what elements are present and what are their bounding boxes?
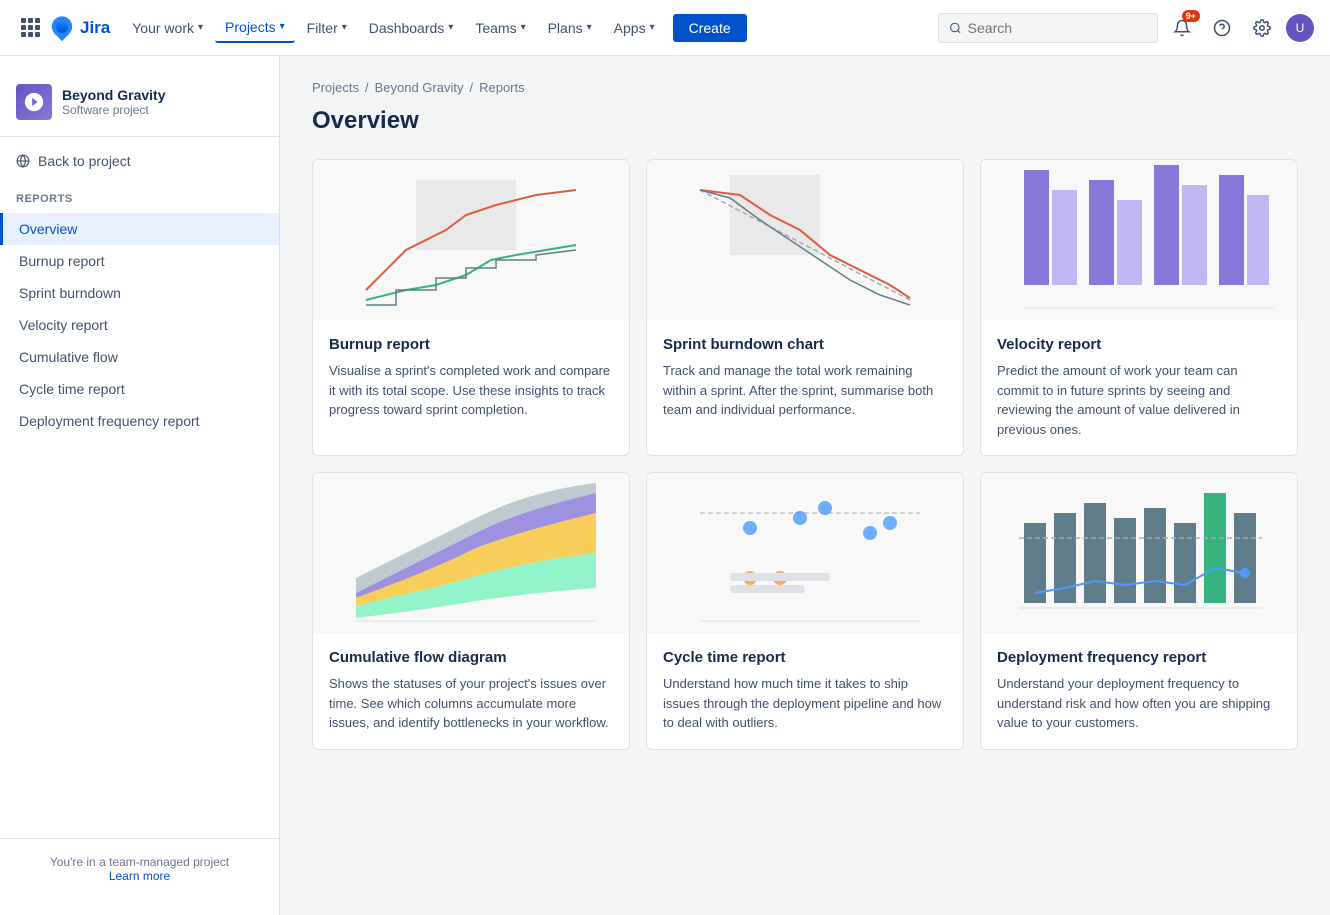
breadcrumb: Projects / Beyond Gravity / Reports [312, 80, 1298, 95]
sidebar-section-reports: Reports [0, 185, 279, 213]
sidebar-item-cumulative[interactable]: Cumulative flow [0, 341, 279, 373]
breadcrumb-projects[interactable]: Projects [312, 80, 359, 95]
cumulative-card-desc: Shows the statuses of your project's iss… [329, 674, 613, 733]
cycle-time-card[interactable]: Cycle time report Understand how much ti… [646, 472, 964, 750]
cumulative-chart [313, 473, 629, 633]
globe-icon [16, 154, 30, 168]
help-button[interactable] [1206, 12, 1238, 44]
breadcrumb-reports: Reports [479, 80, 525, 95]
cycletime-card-body: Cycle time report Understand how much ti… [647, 633, 963, 749]
burnup-report-card[interactable]: Burnup report Visualise a sprint's compl… [312, 159, 630, 456]
chevron-down-icon: ▾ [521, 22, 526, 33]
search-icon [949, 21, 962, 35]
cumulative-flow-card[interactable]: Cumulative flow diagram Shows the status… [312, 472, 630, 750]
back-to-project[interactable]: Back to project [0, 145, 279, 177]
cumulative-card-title: Cumulative flow diagram [329, 649, 613, 666]
main-layout: Beyond Gravity Software project Back to … [0, 56, 1330, 915]
nav-your-work[interactable]: Your work ▾ [122, 14, 213, 42]
sidebar-footer: You're in a team-managed project Learn m… [0, 838, 279, 899]
project-name: Beyond Gravity [62, 87, 165, 103]
project-info: Beyond Gravity Software project [62, 87, 165, 117]
sidebar: Beyond Gravity Software project Back to … [0, 56, 280, 915]
nav-plans[interactable]: Plans ▾ [538, 14, 602, 42]
project-type: Software project [62, 103, 165, 117]
back-label: Back to project [38, 153, 131, 169]
cumulative-card-body: Cumulative flow diagram Shows the status… [313, 633, 629, 749]
velocity-card-title: Velocity report [997, 336, 1281, 353]
sidebar-project: Beyond Gravity Software project [0, 72, 279, 137]
deployment-card-desc: Understand your deployment frequency to … [997, 674, 1281, 733]
jira-logo[interactable]: Jira [48, 14, 110, 42]
sidebar-item-sprint-burndown[interactable]: Sprint burndown [0, 277, 279, 309]
project-icon [16, 84, 52, 120]
burnup-card-title: Burnup report [329, 336, 613, 353]
nav-items: Your work ▾ Projects ▾ Filter ▾ Dashboar… [122, 13, 664, 43]
chevron-down-icon: ▾ [280, 21, 285, 32]
deployment-card-body: Deployment frequency report Understand y… [981, 633, 1297, 749]
deployment-frequency-card[interactable]: Deployment frequency report Understand y… [980, 472, 1298, 750]
nav-teams[interactable]: Teams ▾ [465, 14, 535, 42]
brand-label: Jira [80, 18, 110, 38]
nav-right: 9+ U [938, 12, 1314, 44]
velocity-card-body: Velocity report Predict the amount of wo… [981, 320, 1297, 455]
sidebar-item-cycle-time[interactable]: Cycle time report [0, 373, 279, 405]
gear-icon [1253, 19, 1271, 37]
reports-grid: Burnup report Visualise a sprint's compl… [312, 159, 1298, 750]
breadcrumb-beyond-gravity[interactable]: Beyond Gravity [375, 80, 464, 95]
nav-projects[interactable]: Projects ▾ [215, 13, 295, 43]
settings-button[interactable] [1246, 12, 1278, 44]
cycletime-card-desc: Understand how much time it takes to shi… [663, 674, 947, 733]
cycletime-card-title: Cycle time report [663, 649, 947, 666]
burndown-card-title: Sprint burndown chart [663, 336, 947, 353]
sprint-burndown-card[interactable]: Sprint burndown chart Track and manage t… [646, 159, 964, 456]
burndown-chart [647, 160, 963, 320]
grid-menu-button[interactable] [16, 14, 44, 42]
chevron-down-icon: ▾ [587, 22, 592, 33]
search-input[interactable] [968, 20, 1147, 36]
cycletime-chart [647, 473, 963, 633]
notifications-button[interactable]: 9+ [1166, 12, 1198, 44]
chevron-down-icon: ▾ [342, 22, 347, 33]
top-navigation: Jira Your work ▾ Projects ▾ Filter ▾ Das… [0, 0, 1330, 56]
burnup-chart [313, 160, 629, 320]
avatar[interactable]: U [1286, 14, 1314, 42]
burndown-card-body: Sprint burndown chart Track and manage t… [647, 320, 963, 436]
create-button[interactable]: Create [673, 14, 747, 42]
sidebar-item-overview[interactable]: Overview [0, 213, 279, 245]
search-box[interactable] [938, 13, 1158, 43]
velocity-report-card[interactable]: Velocity report Predict the amount of wo… [980, 159, 1298, 456]
sidebar-item-burnup[interactable]: Burnup report [0, 245, 279, 277]
burndown-card-desc: Track and manage the total work remainin… [663, 361, 947, 420]
burnup-card-body: Burnup report Visualise a sprint's compl… [313, 320, 629, 436]
nav-dashboards[interactable]: Dashboards ▾ [359, 14, 464, 42]
sidebar-item-deployment[interactable]: Deployment frequency report [0, 405, 279, 437]
main-content: Projects / Beyond Gravity / Reports Over… [280, 56, 1330, 915]
nav-filter[interactable]: Filter ▾ [297, 14, 357, 42]
nav-apps[interactable]: Apps ▾ [604, 14, 665, 42]
deployment-card-title: Deployment frequency report [997, 649, 1281, 666]
chevron-down-icon: ▾ [448, 22, 453, 33]
page-title: Overview [312, 107, 1298, 135]
learn-more-link[interactable]: Learn more [109, 869, 170, 883]
notification-badge: 9+ [1182, 10, 1200, 22]
chevron-down-icon: ▾ [198, 22, 203, 33]
deployment-chart [981, 473, 1297, 633]
burnup-card-desc: Visualise a sprint's completed work and … [329, 361, 613, 420]
velocity-card-desc: Predict the amount of work your team can… [997, 361, 1281, 439]
chevron-down-icon: ▾ [650, 22, 655, 33]
help-icon [1213, 19, 1231, 37]
sidebar-item-velocity[interactable]: Velocity report [0, 309, 279, 341]
velocity-chart [981, 160, 1297, 320]
